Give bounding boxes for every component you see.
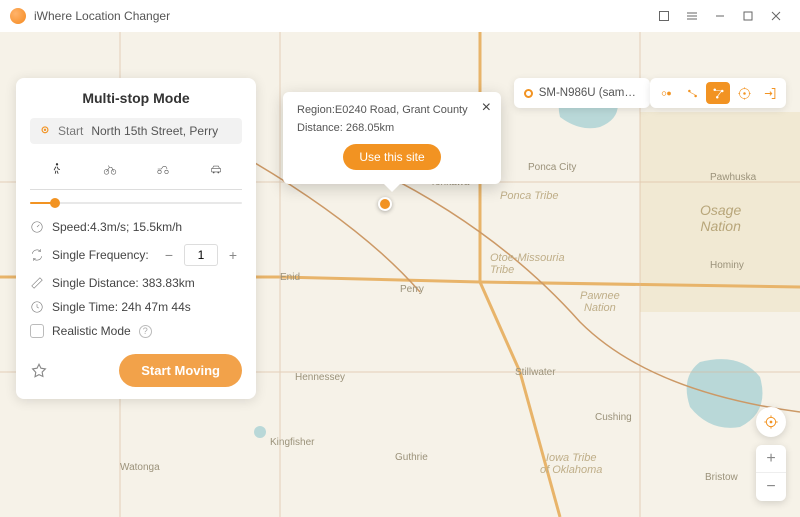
gauge-icon: [30, 220, 44, 234]
window-minimize-button[interactable]: [706, 4, 734, 28]
frequency-stepper: − +: [160, 244, 242, 266]
device-status-icon: [524, 89, 533, 98]
tool-joystick[interactable]: [732, 82, 756, 104]
window-maximize-button[interactable]: [734, 4, 762, 28]
mode-motorcycle[interactable]: [136, 158, 189, 189]
transport-modes: [30, 154, 242, 190]
titlebar: iWhere Location Changer: [0, 0, 800, 32]
zoom-controls: + −: [756, 445, 786, 501]
window-restore-button[interactable]: [650, 4, 678, 28]
freq-decrease-button[interactable]: −: [160, 246, 178, 264]
tool-twospot[interactable]: [680, 82, 704, 104]
panel-heading: Multi-stop Mode: [30, 90, 242, 106]
window-close-button[interactable]: [762, 4, 790, 28]
speed-info: Speed:4.3m/s; 15.5km/h: [30, 220, 242, 234]
pin-icon: [38, 124, 52, 138]
frequency-row: Single Frequency: − +: [30, 244, 242, 266]
help-icon[interactable]: ?: [139, 325, 152, 338]
mode-toolbar: [650, 78, 786, 108]
distance-row: Single Distance: 383.83km: [30, 276, 242, 290]
tool-exit[interactable]: [758, 82, 782, 104]
window-menu-button[interactable]: [678, 4, 706, 28]
start-location-field[interactable]: Start North 15th Street, Perry: [30, 118, 242, 144]
popup-distance: Distance: 268.05km: [297, 122, 487, 134]
zoom-out-button[interactable]: −: [756, 473, 786, 501]
tool-multistop[interactable]: [706, 82, 730, 104]
ruler-icon: [30, 276, 44, 290]
app-title: iWhere Location Changer: [34, 9, 650, 23]
start-moving-button[interactable]: Start Moving: [119, 354, 242, 387]
realistic-row: Realistic Mode ?: [30, 324, 242, 338]
mode-walk[interactable]: [30, 158, 83, 189]
slider-thumb[interactable]: [50, 198, 60, 208]
app-logo-icon: [10, 8, 26, 24]
time-row: Single Time: 24h 47m 44s: [30, 300, 242, 314]
mode-bicycle[interactable]: [83, 158, 136, 189]
zoom-in-button[interactable]: +: [756, 445, 786, 473]
freq-increase-button[interactable]: +: [224, 246, 242, 264]
speed-slider[interactable]: [30, 196, 242, 210]
use-this-site-button[interactable]: Use this site: [343, 144, 440, 170]
freq-input[interactable]: [184, 244, 218, 266]
mode-car[interactable]: [189, 158, 242, 189]
map-marker-icon[interactable]: [378, 197, 392, 211]
repeat-icon: [30, 248, 44, 262]
tool-teleport[interactable]: [654, 82, 678, 104]
device-label: SM-N986U (samsu...: [539, 87, 640, 99]
start-value: North 15th Street, Perry: [91, 124, 218, 138]
location-popup: × Region:E0240 Road, Grant County Distan…: [283, 92, 501, 184]
popup-close-button[interactable]: ×: [482, 100, 491, 116]
realistic-checkbox[interactable]: [30, 324, 44, 338]
frequency-label: Single Frequency:: [52, 248, 149, 262]
side-panel: Multi-stop Mode Start North 15th Street,…: [16, 78, 256, 399]
favorite-button[interactable]: [30, 362, 48, 380]
start-badge: Start: [58, 124, 83, 138]
popup-region: Region:E0240 Road, Grant County: [297, 104, 487, 116]
realistic-label: Realistic Mode: [52, 324, 131, 338]
device-selector[interactable]: SM-N986U (samsu...: [514, 78, 650, 108]
clock-icon: [30, 300, 44, 314]
recenter-button[interactable]: [756, 407, 786, 437]
